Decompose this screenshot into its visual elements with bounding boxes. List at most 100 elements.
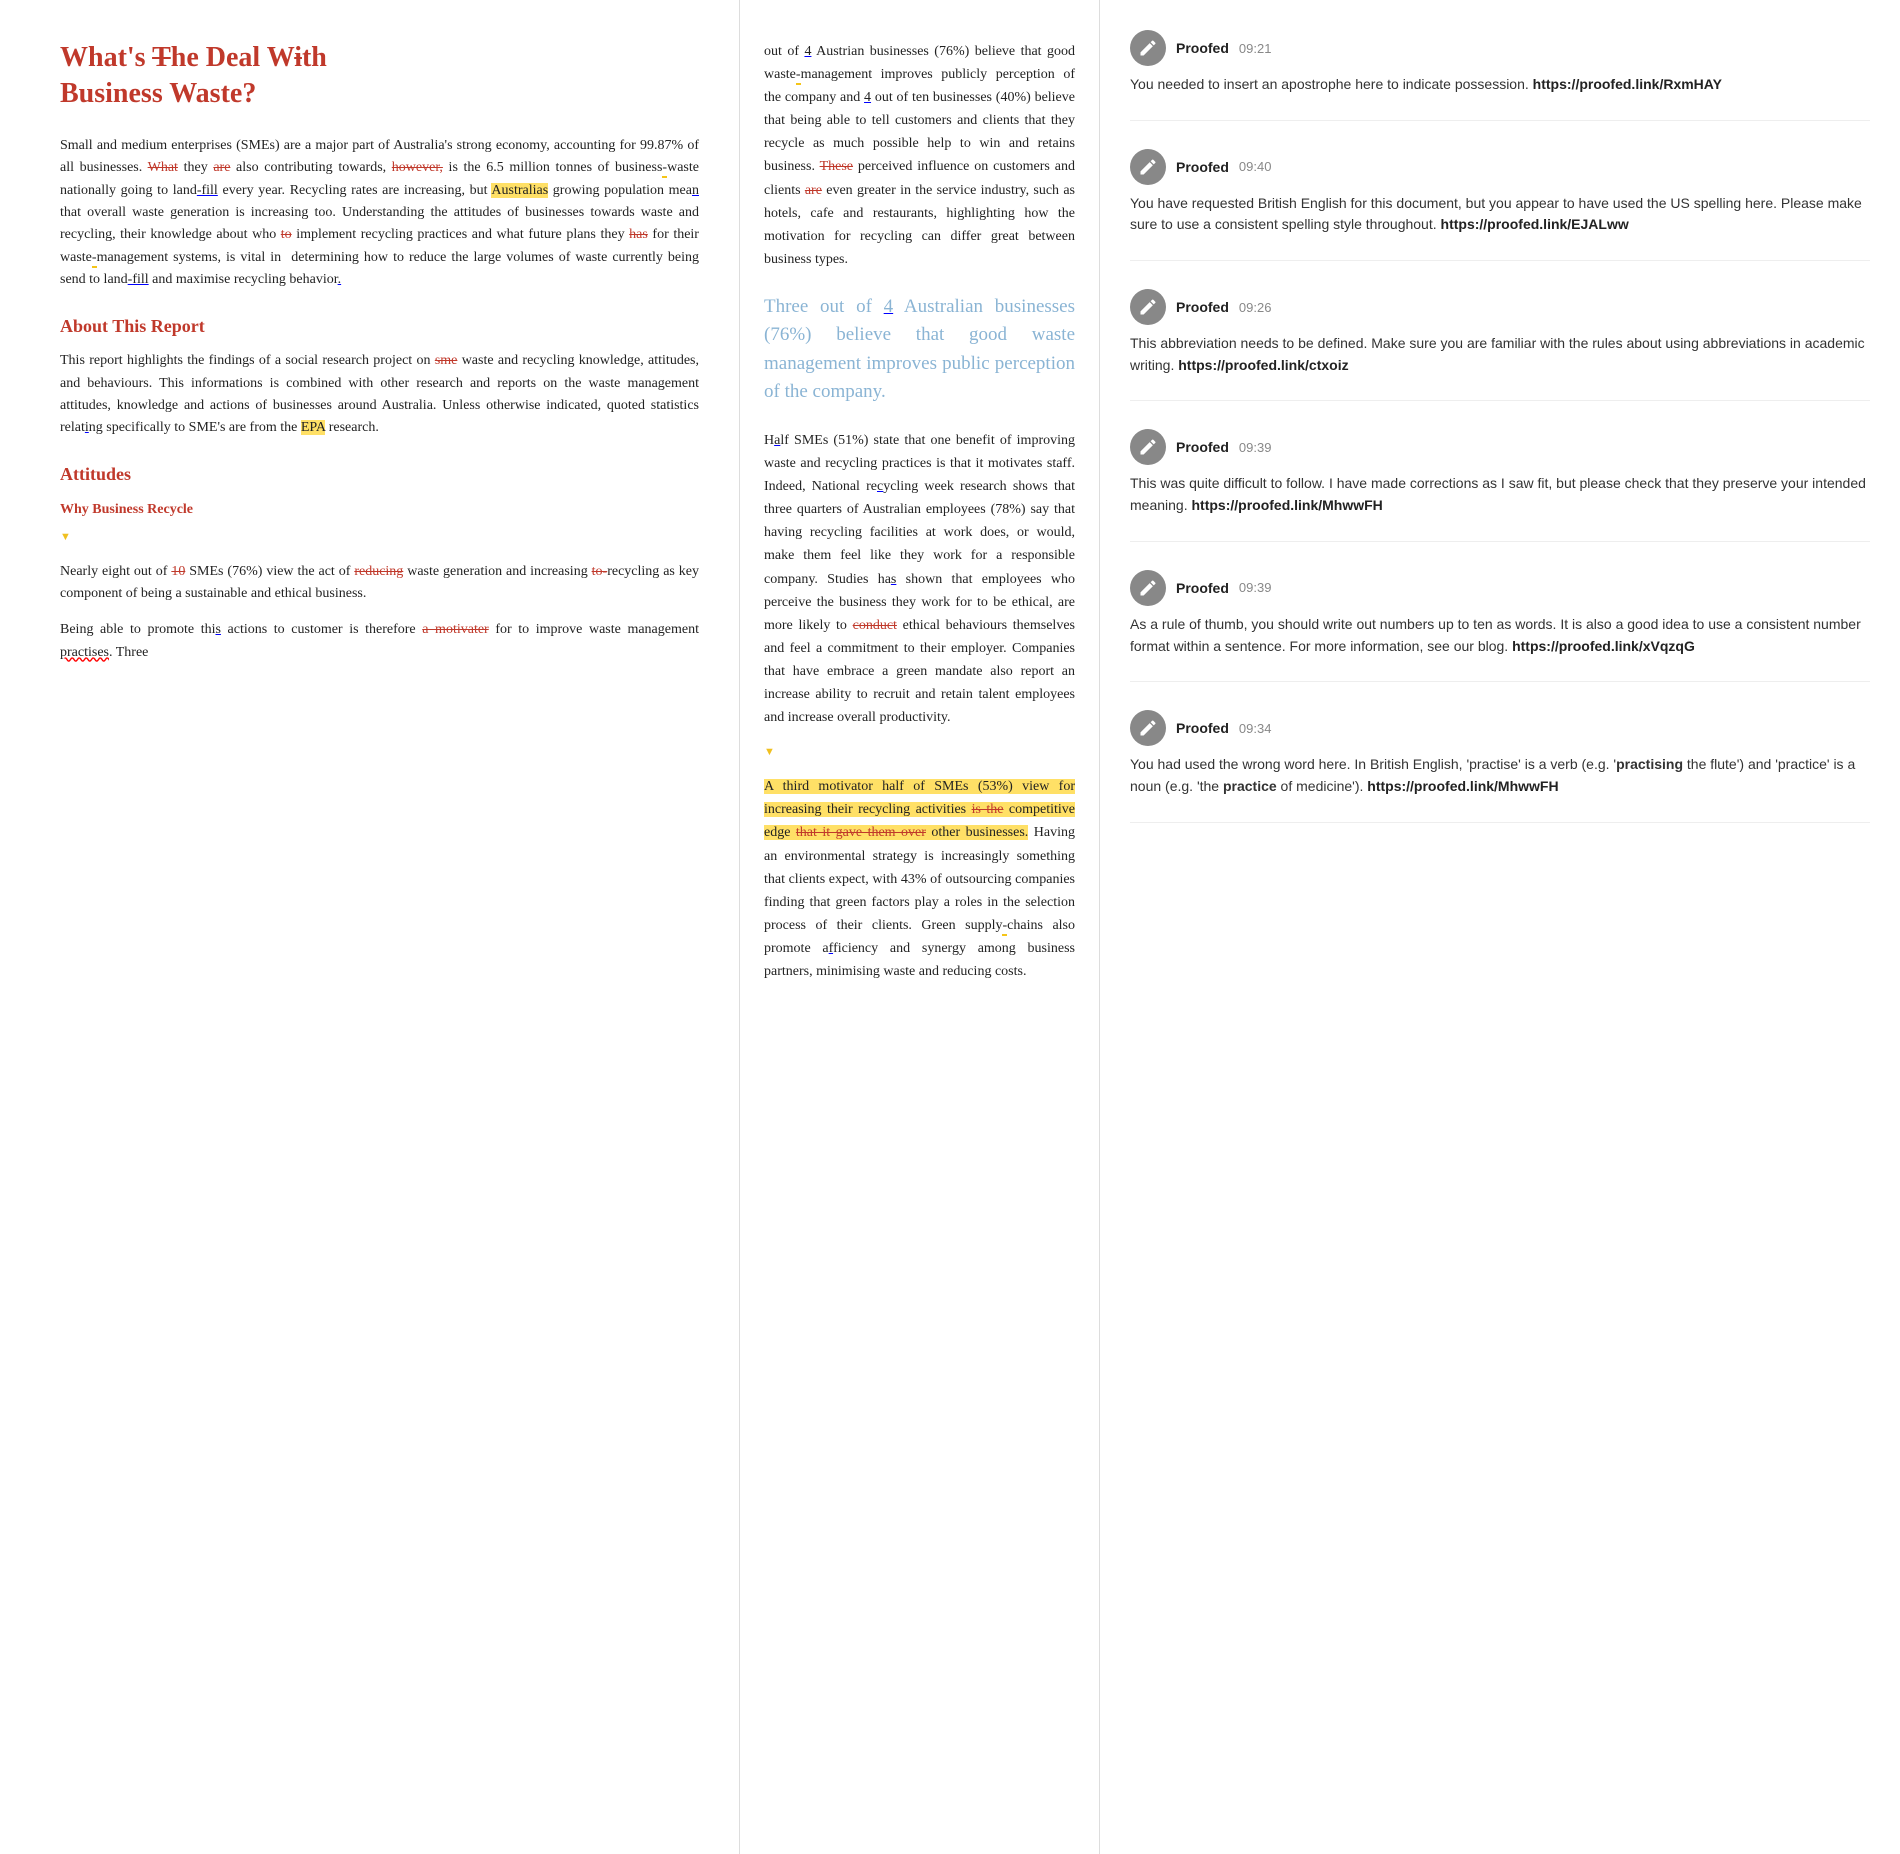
mark-has: s	[891, 572, 896, 587]
mark-supply: ‑	[1002, 918, 1007, 936]
proofed-icon-1	[1138, 38, 1158, 58]
comment-4-link[interactable]: https://proofed.link/MhwwFH	[1191, 497, 1382, 513]
comment-6-author: Proofed	[1176, 720, 1229, 736]
comment-5: Proofed 09:39 As a rule of thumb, you sh…	[1130, 570, 1870, 682]
strike-conduct: conduct	[853, 618, 897, 633]
third-motivator-paragraph: A third motivator half of SMEs (53%) vie…	[764, 775, 1075, 983]
attitudes-heading: Attitudes	[60, 460, 699, 489]
comment-5-link[interactable]: https://proofed.link/xVqzqG	[1512, 638, 1695, 654]
comment-5-header: Proofed 09:39	[1130, 570, 1870, 606]
strike-reducing: reducing	[354, 564, 403, 579]
highlight-australias: Australias	[491, 183, 548, 198]
intro-paragraph: Small and medium enterprises (SMEs) are …	[60, 135, 699, 292]
comment-3-header: Proofed 09:26	[1130, 289, 1870, 325]
comment-2: Proofed 09:40 You have requested British…	[1130, 149, 1870, 261]
comment-4-body: This was quite difficult to follow. I ha…	[1130, 473, 1870, 516]
comment-5-body: As a rule of thumb, you should write out…	[1130, 614, 1870, 657]
comment-1-body: You needed to insert an apostrophe here …	[1130, 74, 1870, 96]
strike-are: are	[213, 160, 230, 175]
center-document-panel: out of 4 Austrian businesses (76%) belie…	[740, 0, 1100, 1854]
promote-paragraph: Being able to promote this actions to cu…	[60, 619, 699, 664]
comment-6-link[interactable]: https://proofed.link/MhwwFH	[1367, 778, 1558, 794]
mark-landfill2: ‑fill	[128, 272, 149, 287]
yellow-note-mark: ▼	[60, 529, 699, 547]
mark-pullquote-4: 4	[884, 296, 894, 317]
comment-4-time: 09:39	[1239, 440, 1272, 455]
mark-waste2: ‑	[92, 250, 97, 268]
mark-fill: ‑fill	[197, 183, 218, 198]
wavy-practises: practises	[60, 645, 109, 660]
comment-1-link[interactable]: https://proofed.link/RxmHAY	[1533, 76, 1722, 92]
comment-6: Proofed 09:34 You had used the wrong wor…	[1130, 710, 1870, 822]
mark-4b: 4	[864, 90, 871, 105]
mark-relating: i	[85, 420, 89, 435]
bold-practice: practice	[1223, 778, 1277, 794]
comment-3-author: Proofed	[1176, 299, 1229, 315]
strike-10: 10	[171, 564, 185, 579]
comment-2-link[interactable]: https://proofed.link/EJALww	[1441, 216, 1629, 232]
mark-waste: ‑	[662, 160, 667, 178]
pullquote: Three out of 4 Australian businesses (76…	[764, 293, 1075, 407]
comment-1-avatar	[1130, 30, 1166, 66]
document-title: What's The Deal With Business Waste?	[60, 40, 699, 113]
comment-3-time: 09:26	[1239, 300, 1272, 315]
strike-to: to-	[592, 564, 608, 579]
mark-waste-center: ‑	[796, 67, 801, 85]
center-body: out of 4 Austrian businesses (76%) belie…	[764, 40, 1075, 983]
comment-1-author: Proofed	[1176, 40, 1229, 56]
document-body-left: Small and medium enterprises (SMEs) are …	[60, 135, 699, 664]
comment-4-avatar	[1130, 429, 1166, 465]
comment-2-time: 09:40	[1239, 159, 1272, 174]
comment-1: Proofed 09:21 You needed to insert an ap…	[1130, 30, 1870, 121]
left-document-panel: What's The Deal With Business Waste? Sma…	[0, 0, 740, 1854]
highlight-third: A third motivator half of SMEs (53%) vie…	[764, 779, 1075, 840]
mark-ethical: ,	[1049, 595, 1053, 610]
bold-practising: practising	[1616, 756, 1683, 772]
mark-half: a	[774, 433, 780, 448]
comment-4-author: Proofed	[1176, 439, 1229, 455]
mark-this: s	[215, 622, 220, 637]
proofed-icon-4	[1138, 437, 1158, 457]
comment-2-body: You have requested British English for t…	[1130, 193, 1870, 236]
yellow-mark-center: ▼	[764, 743, 1075, 761]
strike-are: are	[805, 183, 822, 198]
comment-5-author: Proofed	[1176, 580, 1229, 596]
mark-recycling: c	[877, 479, 883, 494]
highlight-epa: EPA	[301, 420, 325, 435]
mark-afficiency: f	[829, 941, 833, 956]
comment-2-avatar	[1130, 149, 1166, 185]
comments-panel: Proofed 09:21 You needed to insert an ap…	[1100, 0, 1900, 1854]
proofed-icon-3	[1138, 297, 1158, 317]
comment-2-header: Proofed 09:40	[1130, 149, 1870, 185]
strike-is-the: is the	[972, 802, 1004, 817]
strike-has: has	[629, 227, 648, 242]
strike-what: What	[148, 160, 178, 175]
comment-6-time: 09:34	[1239, 721, 1272, 736]
strike-however: however,	[392, 160, 443, 175]
comment-4: Proofed 09:39 This was quite difficult t…	[1130, 429, 1870, 541]
about-heading: About This Report	[60, 312, 699, 341]
mark-mean: n	[692, 183, 699, 198]
center-continuation: out of 4 Austrian businesses (76%) belie…	[764, 40, 1075, 271]
comment-6-header: Proofed 09:34	[1130, 710, 1870, 746]
about-paragraph: This report highlights the findings of a…	[60, 350, 699, 440]
half-smes-paragraph: Half SMEs (51%) state that one benefit o…	[764, 429, 1075, 729]
comment-4-header: Proofed 09:39	[1130, 429, 1870, 465]
strike-a-motivater: a motivater	[422, 622, 488, 637]
recycle-paragraph: Nearly eight out of 10 SMEs (76%) view t…	[60, 561, 699, 606]
proofed-icon-5	[1138, 578, 1158, 598]
why-recycle-subheading: Why Business Recycle	[60, 499, 699, 521]
comment-5-time: 09:39	[1239, 580, 1272, 595]
strike-these: These	[820, 159, 853, 174]
comment-1-time: 09:21	[1239, 41, 1272, 56]
mark-systems: ,	[217, 250, 221, 265]
title-strikethrough-the: T	[152, 42, 171, 73]
comment-3: Proofed 09:26 This abbreviation needs to…	[1130, 289, 1870, 401]
strike-to: to	[281, 227, 292, 242]
comment-6-avatar	[1130, 710, 1166, 746]
comment-2-author: Proofed	[1176, 159, 1229, 175]
strike-that-it-gave: that it gave them over	[796, 825, 926, 840]
comment-3-link[interactable]: https://proofed.link/ctxoiz	[1178, 357, 1348, 373]
comment-1-header: Proofed 09:21	[1130, 30, 1870, 66]
proofed-icon-6	[1138, 718, 1158, 738]
